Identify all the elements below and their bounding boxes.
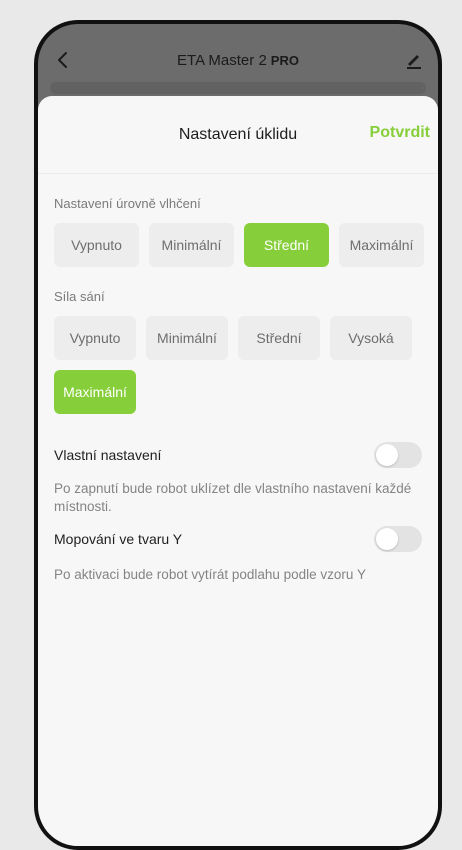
suction-option-high[interactable]: Vysoká [330,316,412,360]
pro-badge: PRO [270,52,299,68]
y-mopping-label: Mopování ve tvaru Y [54,531,183,547]
background-panel [50,82,426,94]
phone-frame: ETA Master 2 PRO Nastavení úklidu Potvrd… [34,20,442,850]
suction-option-min[interactable]: Minimální [146,316,228,360]
suction-options: Vypnuto Minimální Střední Vysoká Maximál… [38,304,438,414]
screen: ETA Master 2 PRO Nastavení úklidu Potvrd… [38,24,438,846]
sheet-title: Nastavení úklidu [178,125,298,143]
humidity-option-off[interactable]: Vypnuto [54,223,139,267]
sheet-header: Nastavení úklidu Potvrdit [38,96,438,174]
y-mopping-description: Po aktivaci bude robot vytírát podlahu p… [54,567,366,582]
humidity-options: Vypnuto Minimální Střední Maximální [38,211,438,267]
humidity-option-max[interactable]: Maximální [339,223,424,267]
cleaning-settings-sheet: Nastavení úklidu Potvrdit Nastavení úrov… [38,96,438,846]
custom-settings-label: Vlastní nastavení [54,447,162,463]
humidity-option-medium[interactable]: Střední [244,223,329,267]
custom-settings-toggle[interactable] [374,442,422,468]
toggle-knob [376,528,398,550]
confirm-button[interactable]: Potvrdit [370,124,430,142]
humidity-label: Nastavení úrovně vlhčení [54,196,201,211]
humidity-option-min[interactable]: Minimální [149,223,234,267]
y-mopping-row: Mopování ve tvaru Y [38,526,438,552]
app-bar: ETA Master 2 PRO [38,38,438,82]
y-mopping-toggle[interactable] [374,526,422,552]
app-title: ETA Master 2 [177,51,267,69]
custom-settings-row: Vlastní nastavení [38,442,438,468]
toggle-knob [376,444,398,466]
suction-option-medium[interactable]: Střední [238,316,320,360]
chevron-left-icon[interactable] [52,50,72,70]
suction-label: Síla sání [54,289,105,304]
suction-option-max[interactable]: Maximální [54,370,136,414]
pencil-icon[interactable] [404,50,424,70]
suction-option-off[interactable]: Vypnuto [54,316,136,360]
custom-settings-description: Po zapnutí bude robot uklízet dle vlastn… [54,481,412,514]
